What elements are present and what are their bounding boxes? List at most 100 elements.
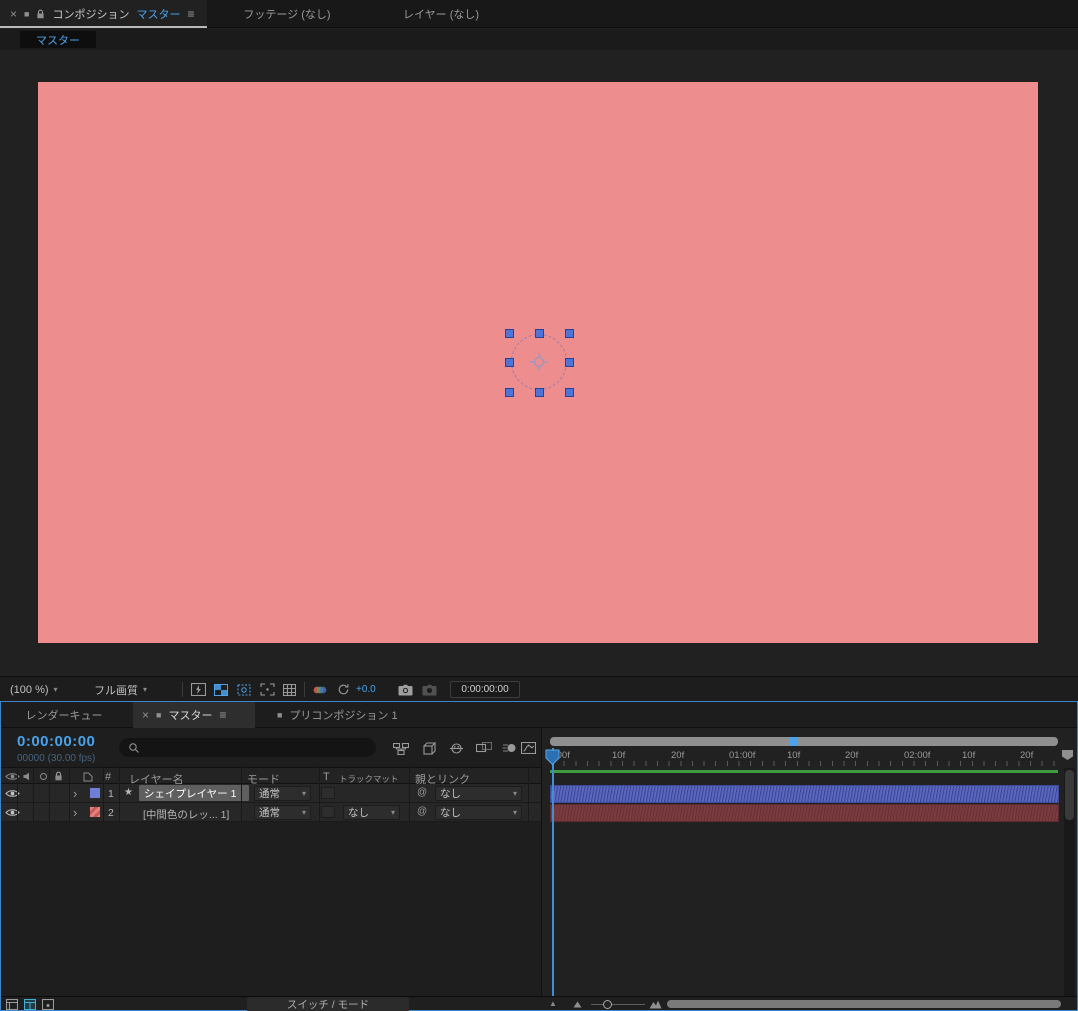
- tab-footage[interactable]: フッテージ (なし): [222, 0, 352, 28]
- timeline-zoom-knob[interactable]: [603, 1000, 612, 1009]
- viewer-tab-bar: × ■ コンポジション マスター ≡ フッテージ (なし) レイヤー (なし): [0, 0, 1078, 28]
- layer-expand-arrow[interactable]: ›: [73, 806, 77, 819]
- selection-handle[interactable]: [505, 329, 514, 338]
- frame-blending-icon[interactable]: [474, 741, 494, 755]
- selection-handle[interactable]: [505, 388, 514, 397]
- shy-layers-icon[interactable]: [447, 741, 466, 755]
- switches-modes-button[interactable]: スイッチ / モード: [247, 997, 409, 1011]
- layer-name-label: シェイプレイヤー 1: [144, 787, 237, 800]
- panel-menu-icon[interactable]: ≡: [187, 8, 194, 20]
- panel-menu-icon[interactable]: ≡: [219, 709, 226, 721]
- fast-previews-icon[interactable]: [189, 682, 207, 697]
- current-timecode[interactable]: 0:00:00:00: [17, 733, 95, 750]
- selection-handle[interactable]: [505, 358, 514, 367]
- timeline-tab-bar: レンダーキュー × ■ マスター ≡ ■ プリコンポジション 1: [1, 702, 1077, 728]
- panel-icon: ■: [156, 709, 162, 720]
- timeline-track-area[interactable]: :00f 10f 20f 01:00f 10f 20f 02:00f 10f 2…: [541, 728, 1077, 997]
- exposure-reset-icon[interactable]: [336, 682, 351, 697]
- tab-timeline-master-label: マスター: [168, 710, 213, 722]
- expand-inout-panes-icon[interactable]: [42, 999, 54, 1010]
- zoom-select[interactable]: (100 %) ▾: [10, 681, 58, 698]
- playhead-line[interactable]: [552, 748, 554, 996]
- composition-canvas[interactable]: [38, 82, 1038, 643]
- track-matte-toggle-box[interactable]: [321, 787, 335, 799]
- grid-guides-icon[interactable]: [280, 682, 298, 697]
- close-icon[interactable]: ×: [142, 709, 149, 721]
- close-icon[interactable]: ×: [10, 8, 17, 20]
- pick-whip-icon[interactable]: @: [417, 807, 427, 817]
- blend-mode-select[interactable]: 通常 ▾: [254, 805, 311, 820]
- tab-timeline-master[interactable]: × ■ マスター ≡: [133, 702, 255, 728]
- search-input[interactable]: [147, 741, 357, 754]
- tab-layer[interactable]: レイヤー (なし): [385, 0, 497, 28]
- layer-name-label[interactable]: [中間色のレッ... 1]: [143, 807, 229, 822]
- chevron-down-icon: ▾: [53, 685, 58, 694]
- comp-marker[interactable]: [789, 737, 798, 746]
- expand-layer-switches-icon[interactable]: [6, 999, 18, 1010]
- comp-marker-bin-icon[interactable]: [1061, 749, 1074, 761]
- vertical-scrollbar[interactable]: [1064, 768, 1075, 996]
- layer-row[interactable]: › 1 ★ シェイプレイヤー 1 通常 ▾ @ なし ▾: [1, 784, 541, 803]
- layer-name-selected[interactable]: シェイプレイヤー 1: [139, 785, 249, 801]
- timeline-panel: レンダーキュー × ■ マスター ≡ ■ プリコンポジション 1 0:00:00…: [0, 701, 1078, 1011]
- audio-column-icon: [23, 772, 29, 781]
- layer-label-color-chip[interactable]: [89, 787, 101, 799]
- motion-blur-icon[interactable]: [500, 741, 519, 755]
- chevron-down-icon: ▾: [143, 685, 148, 694]
- tab-render-queue-label: レンダーキュー: [25, 710, 103, 722]
- pane-divider: [541, 728, 542, 997]
- search-box[interactable]: [119, 738, 376, 757]
- selection-handle[interactable]: [535, 388, 544, 397]
- expand-transfer-controls-icon[interactable]: [24, 999, 36, 1010]
- time-navigator-bar[interactable]: [550, 737, 1058, 746]
- take-snapshot-icon[interactable]: [396, 683, 414, 697]
- show-snapshot-icon[interactable]: [420, 683, 438, 697]
- channel-settings-icon[interactable]: [310, 683, 330, 696]
- timeline-zoom-slider[interactable]: [591, 1004, 645, 1005]
- blend-mode-select[interactable]: 通常 ▾: [254, 786, 311, 801]
- zoom-value: (100 %): [10, 683, 49, 696]
- layer-expand-arrow[interactable]: ›: [73, 787, 77, 800]
- toolbar-separator: [304, 682, 305, 697]
- horizontal-scrollbar-thumb[interactable]: [667, 1000, 1061, 1008]
- selection-handle[interactable]: [565, 358, 574, 367]
- transparency-grid-icon[interactable]: [212, 682, 230, 697]
- comp-breadcrumb[interactable]: マスター: [20, 31, 96, 48]
- layer-duration-bar[interactable]: [550, 785, 1059, 803]
- anchor-point-icon[interactable]: [529, 352, 549, 372]
- layer-label-color-chip[interactable]: [89, 806, 101, 818]
- resolution-select[interactable]: フル画質 ▾: [94, 681, 147, 698]
- column-divider: [49, 767, 50, 822]
- selection-handle[interactable]: [535, 329, 544, 338]
- zoom-in-mountain-icon[interactable]: [649, 999, 662, 1009]
- selection-handle[interactable]: [565, 388, 574, 397]
- zoom-out-mountain-icon[interactable]: [573, 1000, 582, 1008]
- lock-icon[interactable]: [36, 9, 45, 20]
- column-divider: [103, 767, 104, 822]
- track-matte-toggle-box[interactable]: [321, 806, 335, 818]
- frame-info: 00000 (30.00 fps): [17, 753, 96, 764]
- region-of-interest-icon[interactable]: [258, 682, 276, 697]
- parent-link-select[interactable]: なし ▾: [435, 786, 522, 801]
- ruler-minor-ticks[interactable]: [552, 761, 1058, 766]
- vertical-scrollbar-thumb[interactable]: [1065, 770, 1074, 820]
- tab-precomp[interactable]: ■ プリコンポジション 1: [267, 702, 407, 728]
- playhead-handle[interactable]: [545, 749, 560, 766]
- layer-row[interactable]: › 2 [中間色のレッ... 1] 通常 ▾ なし ▾ @ なし ▾: [1, 803, 541, 822]
- mini-flowchart-icon[interactable]: [391, 741, 411, 756]
- blend-mode-value: 通常: [259, 788, 280, 800]
- graph-editor-icon[interactable]: [519, 740, 538, 756]
- tab-render-queue[interactable]: レンダーキュー: [3, 702, 125, 728]
- mask-path-visibility-icon[interactable]: [235, 682, 253, 697]
- exposure-value[interactable]: +0.0: [356, 684, 376, 695]
- track-matte-select[interactable]: なし ▾: [343, 805, 400, 820]
- layer-duration-bar[interactable]: [550, 804, 1059, 822]
- viewer-timecode-field[interactable]: 0:00:00:00: [450, 681, 520, 698]
- selection-handle[interactable]: [565, 329, 574, 338]
- draft-3d-icon[interactable]: [421, 740, 439, 756]
- ruler-tick: 20f: [845, 750, 859, 761]
- parent-link-select[interactable]: なし ▾: [435, 805, 522, 820]
- tab-composition[interactable]: × ■ コンポジション マスター ≡: [0, 0, 207, 28]
- pick-whip-icon[interactable]: @: [417, 788, 427, 798]
- time-navigator-shortcut-icon[interactable]: ▲: [549, 1000, 557, 1008]
